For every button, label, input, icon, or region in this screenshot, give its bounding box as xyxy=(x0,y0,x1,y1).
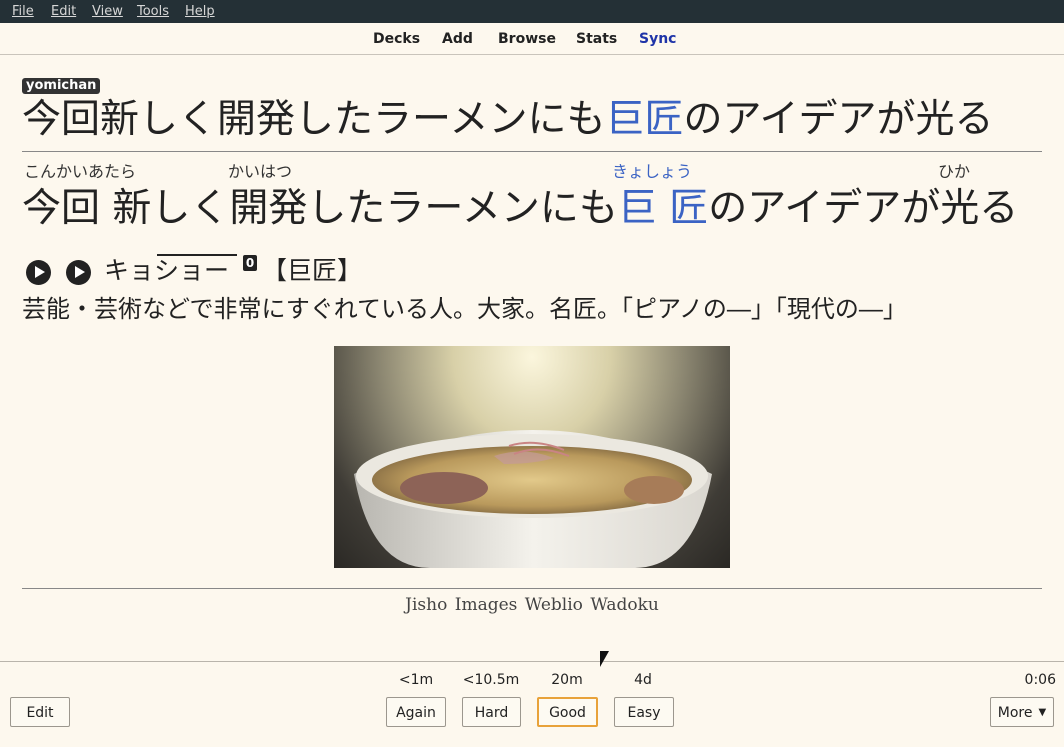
sync-link[interactable]: Sync xyxy=(639,31,676,47)
menu-help-label: Help xyxy=(185,4,215,19)
again-button[interactable]: Again xyxy=(386,697,446,727)
sentence-target-word: 巨 匠 xyxy=(617,186,709,231)
furigana-kaihatsu: かいはつ xyxy=(228,162,293,181)
sentence-text-after: のアイデアが光る xyxy=(708,186,1019,231)
weblio-link[interactable]: Weblio xyxy=(525,595,583,615)
card-front-text: 今回新しく開発したラーメンにも巨匠のアイデアが光る xyxy=(22,95,994,145)
card-view: yomichan 今回新しく開発したラーメンにも巨匠のアイデアが光る こんかいあ… xyxy=(0,55,1064,661)
mouse-cursor-icon xyxy=(600,651,609,667)
menu-view-label: View xyxy=(92,4,123,19)
main-toolbar: Decks Add Browse Stats Sync xyxy=(0,23,1064,55)
stats-link[interactable]: Stats xyxy=(576,31,617,47)
furigana-hika: ひか xyxy=(938,162,971,181)
sentence-with-furigana: 今回 新しく開発したラーメンにも巨 匠のアイデアが光る xyxy=(22,183,1018,235)
links-divider xyxy=(22,588,1042,589)
menu-help[interactable]: Help xyxy=(185,4,215,19)
word-reading: キョショー xyxy=(104,256,230,285)
review-bar: <1m <10.5m 20m 4d 0:06 Edit Again Hard G… xyxy=(0,661,1064,747)
word-kanji: 【巨匠】 xyxy=(262,256,363,285)
good-interval: 20m xyxy=(551,672,583,688)
ramen-bowl-image xyxy=(354,430,712,568)
menu-edit[interactable]: Edit xyxy=(51,4,76,19)
edit-button[interactable]: Edit xyxy=(10,697,70,727)
hard-button[interactable]: Hard xyxy=(462,697,521,727)
more-button[interactable]: More ▼ xyxy=(990,697,1054,727)
card-tag: yomichan xyxy=(22,78,101,94)
menu-edit-label: Edit xyxy=(51,4,77,19)
more-button-label: More xyxy=(997,705,1033,721)
play-sentence-audio-icon[interactable] xyxy=(66,260,91,285)
front-target-word: 巨匠 xyxy=(605,97,684,142)
decks-link[interactable]: Decks xyxy=(373,31,420,47)
furigana-konkai-atara: こんかいあたら xyxy=(24,162,137,181)
front-text-before: 今回新しく開発したラーメンにも xyxy=(22,97,606,142)
easy-button[interactable]: Easy xyxy=(614,697,674,727)
menu-tools[interactable]: Tools xyxy=(137,4,169,19)
front-text-after: のアイデアが光る xyxy=(683,97,994,142)
sentence-text-before: 今回 新しく開発したラーメンにも xyxy=(22,186,618,231)
dictionary-links: Jisho Images Weblio Wadoku xyxy=(0,595,1064,615)
wadoku-link[interactable]: Wadoku xyxy=(590,595,659,615)
furigana-kyoshou: きょしょう xyxy=(612,162,693,181)
good-button[interactable]: Good xyxy=(537,697,598,727)
card-image xyxy=(334,346,730,568)
pitch-accent-line xyxy=(157,254,237,256)
add-link[interactable]: Add xyxy=(442,31,473,47)
jisho-link[interactable]: Jisho xyxy=(405,595,447,615)
easy-interval: 4d xyxy=(634,672,652,688)
menu-bar: File Edit View Tools Help xyxy=(0,0,1064,23)
hard-interval: <10.5m xyxy=(462,672,520,688)
word-definition: 芸能・芸術などで非常にすぐれている人。大家。名匠。「ピアノの―」「現代の―」 xyxy=(22,295,907,323)
review-timer: 0:06 xyxy=(1024,672,1056,688)
again-interval: <1m xyxy=(398,672,434,688)
pitch-accent-badge: 0 xyxy=(243,255,257,271)
images-link[interactable]: Images xyxy=(455,595,518,615)
menu-file-label: File xyxy=(12,4,34,19)
play-audio-icon[interactable] xyxy=(26,260,51,285)
menu-view[interactable]: View xyxy=(92,4,123,19)
menu-tools-label: Tools xyxy=(137,4,170,19)
browse-link[interactable]: Browse xyxy=(498,31,556,47)
front-back-divider xyxy=(22,151,1042,152)
dropdown-arrow-icon: ▼ xyxy=(1038,707,1047,718)
menu-file[interactable]: File xyxy=(12,4,34,19)
